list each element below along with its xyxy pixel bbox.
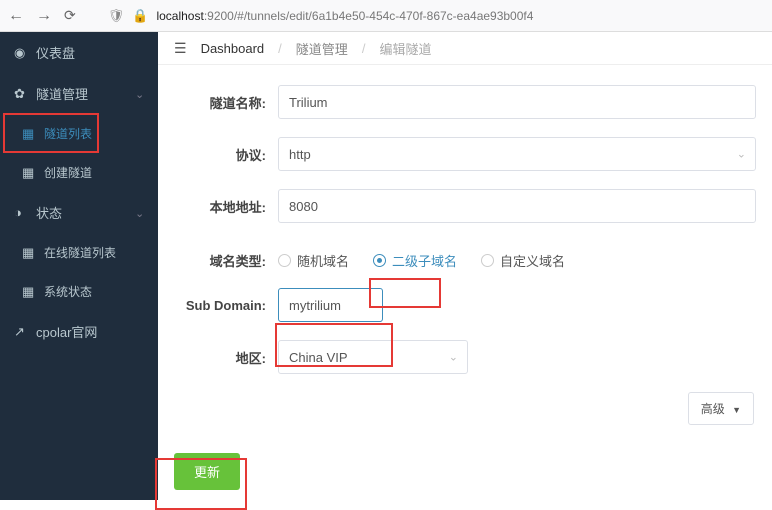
radio-label: 自定义域名 — [500, 251, 565, 270]
update-button[interactable]: 更新 — [174, 453, 240, 490]
breadcrumb: ☰ Dashboard / 隧道管理 / 编辑隧道 — [158, 32, 772, 65]
lock-icon: 🔒 — [132, 8, 148, 24]
gear-icon: ✿ — [14, 86, 28, 102]
radio-icon — [481, 254, 494, 267]
forward-icon[interactable]: → — [36, 7, 52, 25]
sidebar-label: 系统状态 — [44, 283, 92, 300]
shield-icon[interactable]: 🛡 — [108, 8, 125, 24]
dashboard-icon: ◉ — [14, 45, 28, 61]
sidebar-item-dashboard[interactable]: ◉ 仪表盘 — [0, 32, 158, 73]
refresh-icon[interactable]: ⟳ — [64, 7, 76, 24]
sidebar-item-online-list[interactable]: ▦ 在线隧道列表 — [0, 233, 158, 272]
radio-label: 二级子域名 — [392, 251, 457, 270]
crumb-sep: / — [362, 41, 366, 56]
advanced-button[interactable]: 高级 ▼ — [688, 392, 754, 425]
label-local-addr: 本地地址: — [158, 197, 278, 216]
label-tunnel-name: 隧道名称: — [158, 93, 278, 112]
crumb-edit: 编辑隧道 — [379, 39, 431, 58]
label-subdomain: Sub Domain: — [158, 298, 278, 313]
sidebar-label: 仪表盘 — [36, 43, 75, 62]
list-icon: ▦ — [22, 284, 36, 300]
btn-label: 高级 — [701, 402, 725, 416]
crumb-dashboard[interactable]: Dashboard — [201, 41, 265, 56]
sidebar-label: 在线隧道列表 — [44, 244, 116, 261]
label-protocol: 协议: — [158, 145, 278, 164]
sidebar-item-tunnel-mgmt[interactable]: ✿ 隧道管理 ⌃ — [0, 73, 158, 114]
sidebar-item-sys-status[interactable]: ▦ 系统状态 — [0, 272, 158, 311]
sidebar-item-tunnel-list[interactable]: ▦ 隧道列表 — [0, 114, 158, 153]
sidebar-label: 隧道列表 — [44, 125, 92, 142]
list-icon: ▦ — [22, 126, 36, 142]
sidebar-label: 创建隧道 — [44, 164, 92, 181]
chevron-up-icon: ⌃ — [135, 87, 144, 100]
region-select[interactable] — [278, 340, 468, 374]
sidebar-item-tunnel-create[interactable]: ▦ 创建隧道 — [0, 153, 158, 192]
chevron-up-icon: ⌃ — [135, 206, 144, 219]
back-icon[interactable]: ← — [8, 7, 24, 25]
subdomain-input[interactable] — [278, 288, 383, 322]
crumb-sep: / — [278, 41, 282, 56]
label-domain-type: 域名类型: — [158, 251, 278, 270]
sidebar-item-status[interactable]: ◑ 状态 ⌃ — [0, 192, 158, 233]
caret-down-icon: ▼ — [732, 405, 741, 415]
tunnel-name-input[interactable] — [278, 85, 756, 119]
link-icon: ↗ — [14, 324, 28, 340]
sidebar-label: 状态 — [36, 203, 62, 222]
sidebar-label: 隧道管理 — [36, 84, 88, 103]
browser-toolbar: ← → ⟳ 🛡 🔒 localhost:9200/#/tunnels/edit/… — [0, 0, 772, 32]
sidebar-label: cpolar官网 — [36, 322, 97, 341]
local-addr-input[interactable] — [278, 189, 756, 223]
radio-label: 随机域名 — [297, 251, 349, 270]
radio-random-domain[interactable]: 随机域名 — [278, 251, 349, 270]
radio-custom-domain[interactable]: 自定义域名 — [481, 251, 565, 270]
list-icon: ▦ — [22, 245, 36, 261]
main-content: ☰ Dashboard / 隧道管理 / 编辑隧道 隧道名称: 协议: ⌄ 本地… — [158, 32, 772, 500]
sidebar-item-cpolar[interactable]: ↗ cpolar官网 — [0, 311, 158, 352]
radio-sub-domain[interactable]: 二级子域名 — [373, 251, 457, 270]
label-region: 地区: — [158, 348, 278, 367]
protocol-select[interactable] — [278, 137, 756, 171]
radio-icon — [278, 254, 291, 267]
menu-toggle-icon[interactable]: ☰ — [174, 40, 187, 57]
radio-icon — [373, 254, 386, 267]
status-icon: ◑ — [14, 205, 28, 220]
url-display[interactable]: localhost:9200/#/tunnels/edit/6a1b4e50-4… — [156, 9, 533, 23]
form-area: 隧道名称: 协议: ⌄ 本地地址: 域名类型: 随机域名 — [158, 65, 772, 500]
list-icon: ▦ — [22, 165, 36, 181]
crumb-mgmt[interactable]: 隧道管理 — [296, 39, 348, 58]
sidebar: ◉ 仪表盘 ✿ 隧道管理 ⌃ ▦ 隧道列表 ▦ 创建隧道 ◑ 状态 ⌃ ▦ 在线… — [0, 32, 158, 500]
